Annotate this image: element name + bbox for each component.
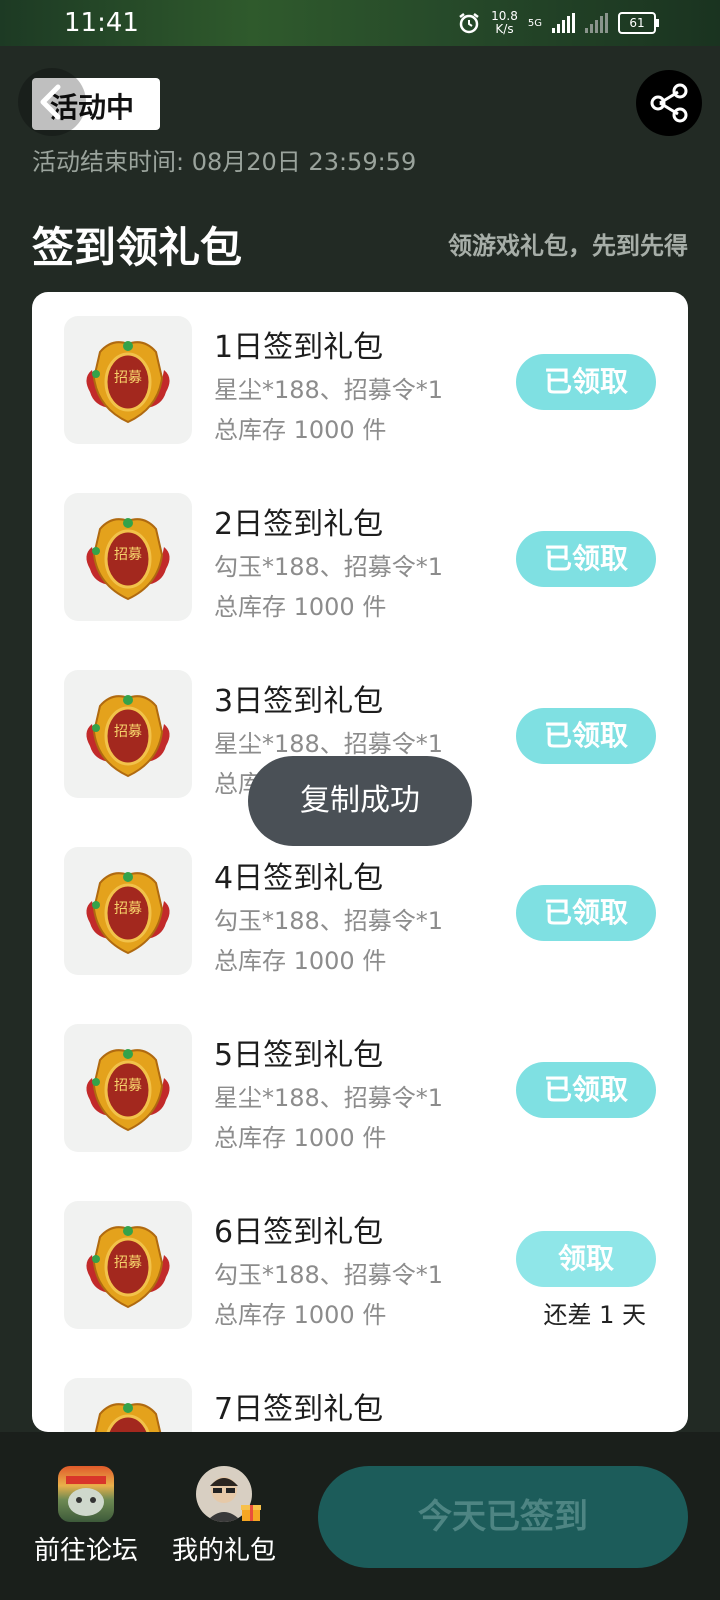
my-gifts-label: 我的礼包 (171, 1536, 276, 1566)
signal-icon (552, 13, 575, 33)
gift-row: 招募 2日签到礼包勾玉*188、招募令*1 总库存 1000 件 已领取 (32, 469, 688, 621)
token-text: 招募 (114, 1078, 142, 1094)
gift-thumbnail: 招募 (64, 1201, 192, 1329)
gift-name: 7日签到礼包 (214, 1392, 384, 1427)
gift-row: 招募 6日签到礼包勾玉*188、招募令*1 总库存 1000 件 领取还差 1 天 (32, 1177, 688, 1329)
section-subtitle: 领游戏礼包，先到先得 (448, 232, 688, 260)
recruit-token-icon: 招募 (86, 518, 170, 601)
token-text: 招募 (114, 370, 142, 386)
status-icons: 10.8 K/s 5G 61 (457, 9, 659, 36)
gift-row: 招募 7日签到礼包 (32, 1354, 688, 1432)
recruit-token-icon: 招募 (86, 1049, 170, 1132)
forum-link[interactable]: 前往论坛 (26, 1466, 146, 1567)
gift-stock: 总库存 1000 件 (214, 1124, 387, 1152)
gift-thumbnail: 招募 (64, 847, 192, 975)
section-title: 签到领礼包 (32, 223, 243, 272)
network-type: 5G (527, 17, 542, 29)
gift-thumbnail: 招募 (64, 316, 192, 444)
recruit-token-icon: 招募 (86, 872, 170, 955)
gift-name: 5日签到礼包 (214, 1038, 384, 1073)
claimed-button[interactable]: 已领取 (516, 354, 656, 410)
gift-thumbnail: 招募 (64, 1378, 192, 1432)
gift-contents: 星尘*188、招募令*1 (214, 730, 444, 758)
claim-button[interactable]: 领取 (516, 1231, 656, 1287)
gift-box-icon (241, 1505, 261, 1521)
gift-list: 招募 1日签到礼包 星尘*188、招募令*1 总库存 1000 件已领取 招募 2日… (32, 292, 688, 1432)
token-text: 招募 (114, 901, 142, 917)
my-gifts-link[interactable]: 我的礼包 (164, 1466, 284, 1567)
status-time: 11:41 (64, 8, 139, 38)
token-text: 招募 (114, 547, 142, 563)
net-speed: 10.8 K/s (491, 9, 518, 36)
claimed-button[interactable]: 已领取 (516, 531, 656, 587)
toast-message: 复制成功 (248, 756, 472, 846)
signed-today-button[interactable]: 今天已签到 (318, 1466, 688, 1568)
gift-name: 6日签到礼包 (214, 1215, 384, 1250)
recruit-token-icon: 招募 (86, 695, 170, 778)
gift-thumbnail: 招募 (64, 493, 192, 621)
days-remaining: 还差 1 天 (543, 1301, 646, 1329)
gift-thumbnail: 招募 (64, 1024, 192, 1152)
back-button[interactable] (18, 68, 86, 136)
share-button[interactable] (636, 70, 702, 136)
recruit-token-icon: 招募 (86, 341, 170, 424)
gift-row: 招募 5日签到礼包星尘*188、招募令*1 总库存 1000 件 已领取 (32, 1000, 688, 1152)
gift-contents: 勾玉*188、招募令*1 (214, 1261, 444, 1289)
share-icon (650, 83, 688, 123)
battery-icon: 61 (618, 12, 659, 34)
gift-contents: 勾玉*188、招募令*1 (214, 907, 444, 935)
gift-contents: 星尘*188、招募令*1 (214, 376, 444, 404)
gift-stock: 总库存 1000 件 (214, 1301, 387, 1329)
gift-contents: 勾玉*188、招募令*1 (214, 553, 444, 581)
forum-game-icon (58, 1466, 114, 1522)
token-text: 招募 (114, 724, 142, 740)
token-text: 招募 (114, 1255, 142, 1271)
claimed-button[interactable]: 已领取 (516, 885, 656, 941)
gift-row: 招募 1日签到礼包星尘*188、招募令*1 总库存 1000 件 已领取 (32, 292, 688, 444)
bottom-bar: 前往论坛 我的礼包 今天已签到 (0, 1432, 720, 1600)
recruit-token-icon: 招募 (86, 1226, 170, 1309)
gift-name: 4日签到礼包 (214, 861, 384, 896)
gift-name: 2日签到礼包 (214, 507, 384, 542)
recruit-token-icon: 招募 (94, 1403, 162, 1432)
gift-stock: 总库存 1000 件 (214, 593, 387, 621)
claimed-button[interactable]: 已领取 (516, 708, 656, 764)
gift-name: 1日签到礼包 (214, 330, 384, 365)
claimed-button[interactable]: 已领取 (516, 1062, 656, 1118)
signal-2-icon (585, 13, 608, 33)
gift-stock: 总库存 1000 件 (214, 416, 387, 444)
alarm-icon (459, 13, 479, 34)
status-bar: 11:41 10.8 K/s 5G 61 (0, 0, 720, 46)
back-arrow-icon (40, 84, 61, 120)
gift-contents: 星尘*188、招募令*1 (214, 1084, 444, 1112)
forum-label: 前往论坛 (33, 1536, 138, 1566)
activity-end-time: 活动结束时间: 08月20日 23:59:59 (32, 148, 417, 176)
gift-name: 3日签到礼包 (214, 684, 384, 719)
gift-thumbnail: 招募 (64, 670, 192, 798)
gift-stock: 总库存 1000 件 (214, 947, 387, 975)
